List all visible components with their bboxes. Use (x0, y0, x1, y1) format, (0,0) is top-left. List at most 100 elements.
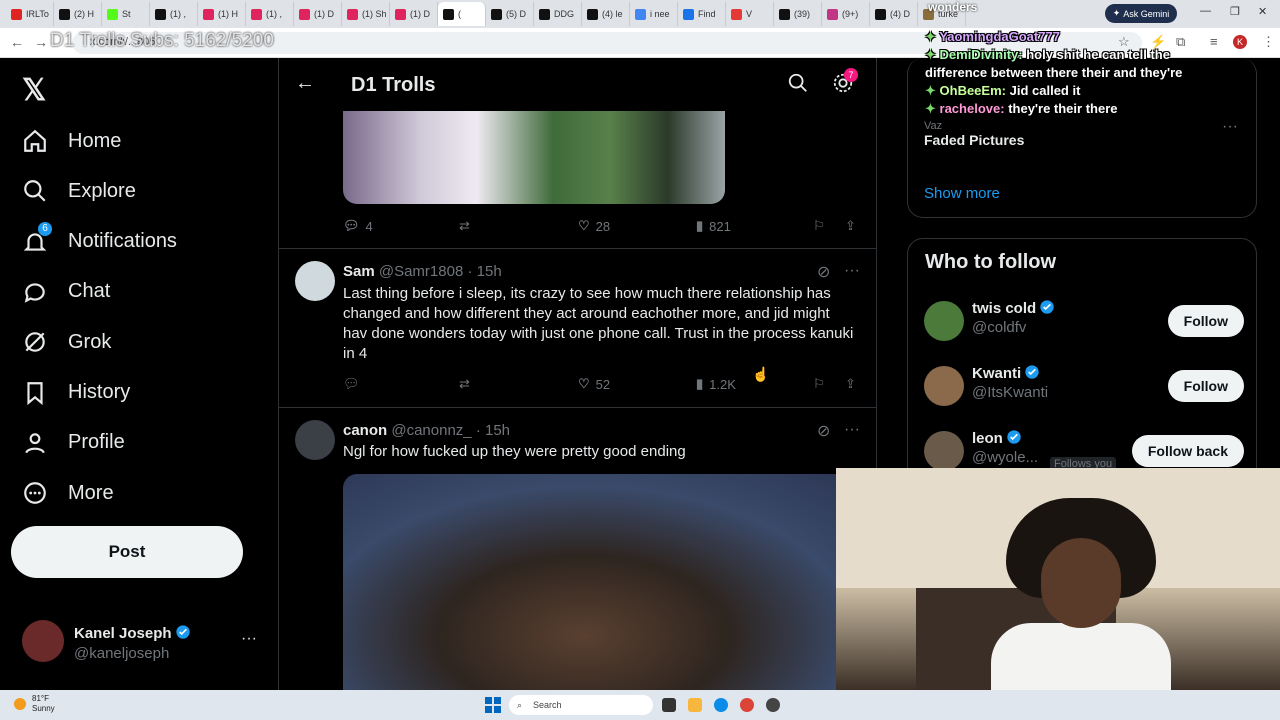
nav-item-grok[interactable]: Grok (22, 322, 111, 362)
browser-tab[interactable]: (1) , (150, 2, 198, 26)
taskbar-search[interactable]: ⌕ Search (509, 695, 653, 715)
tab-favicon-icon (11, 8, 22, 20)
post-button[interactable]: Post (11, 526, 243, 578)
like-button[interactable]: ♡ 52 (578, 376, 610, 392)
follow-button[interactable]: Follow (1167, 370, 1244, 402)
avatar[interactable] (924, 366, 964, 406)
minimize-icon[interactable]: — (1200, 5, 1211, 17)
search-icon[interactable] (787, 72, 809, 94)
nav-item-home[interactable]: Home (22, 121, 121, 161)
ellipsis-icon[interactable]: ··· (844, 262, 860, 280)
ellipsis-icon[interactable]: ··· (1222, 118, 1238, 136)
ellipsis-icon[interactable]: ··· (844, 421, 860, 439)
nav-item-notifications[interactable]: Notifications 6 (22, 221, 177, 262)
settings-badge: 7 (844, 68, 858, 82)
tweet-header: Sam @Samr1808 · 15h (343, 263, 502, 280)
avatar[interactable] (295, 420, 335, 460)
browser-tab[interactable]: i nee (630, 2, 678, 26)
avatar[interactable] (295, 261, 335, 301)
profile-avatar[interactable]: K (1233, 35, 1247, 49)
browser-tab[interactable]: IRLTo (6, 2, 54, 26)
ellipsis-icon[interactable]: ··· (241, 630, 257, 648)
browser-tab[interactable]: Find (678, 2, 726, 26)
suggestion-name[interactable]: Kwanti (972, 364, 1040, 382)
show-more-link[interactable]: Show more (924, 185, 1000, 202)
browser-tab[interactable]: ( (438, 2, 486, 26)
weather-condition: Sunny (32, 704, 55, 713)
grok-icon[interactable]: ⊘ (817, 262, 830, 282)
back-nav-icon[interactable]: ← (10, 34, 24, 50)
retweet-icon[interactable]: ⇄ (459, 376, 470, 392)
verified-icon (1040, 300, 1054, 314)
follow-button[interactable]: Follow (1167, 305, 1244, 337)
browser-tab[interactable]: (39) (774, 2, 822, 26)
close-window-icon[interactable]: ✕ (1258, 5, 1267, 18)
chrome-icon[interactable] (740, 698, 754, 712)
browser-tab[interactable]: (9+) (822, 2, 870, 26)
weather-widget[interactable]: 81°F Sunny (32, 694, 55, 714)
browser-tab[interactable]: V (726, 2, 774, 26)
tweet-media-image[interactable] (343, 111, 725, 204)
trend-item[interactable]: Vaz Faded Pictures (924, 120, 1024, 148)
avatar[interactable] (924, 431, 964, 471)
browser-tab[interactable]: (1) H (198, 2, 246, 26)
browser-tab[interactable]: (4) D (870, 2, 918, 26)
app-icon[interactable] (766, 698, 780, 712)
browser-tab[interactable]: (1) Sh (342, 2, 390, 26)
tweet-author-handle[interactable]: @Samr1808 (379, 263, 463, 280)
follow-button[interactable]: Follow back (1131, 435, 1244, 467)
bookmark-icon[interactable]: ⚐ (813, 376, 825, 392)
suggestion-name[interactable]: leon (972, 429, 1022, 447)
browser-tab[interactable]: (5) D (486, 2, 534, 26)
grok-icon[interactable]: ⊘ (817, 421, 830, 441)
tweet-author-name[interactable]: Sam (343, 263, 375, 280)
bookmark-icon[interactable]: ⚐ (813, 218, 825, 234)
account-switcher[interactable]: Kanel Joseph @kaneljoseph ··· (22, 620, 267, 680)
nav-item-chat[interactable]: Chat (22, 272, 110, 312)
browser-tab[interactable]: (2) H (54, 2, 102, 26)
task-view-icon[interactable] (662, 698, 676, 712)
nav-item-more[interactable]: More (22, 473, 114, 513)
retweet-icon[interactable]: ⇄ (459, 218, 470, 234)
browser-tab[interactable]: (1) D (294, 2, 342, 26)
nav-item-history[interactable]: History (22, 373, 130, 413)
tweet-text[interactable]: Last thing before i sleep, its crazy to … (343, 284, 858, 364)
browser-tab[interactable]: (1) , (246, 2, 294, 26)
views-button[interactable]: ▮ 821 (696, 218, 731, 234)
suggestion-name[interactable]: twis cold (972, 299, 1055, 317)
nav-item-explore[interactable]: Explore (22, 171, 136, 211)
maximize-icon[interactable]: ❐ (1230, 5, 1240, 18)
follow-suggestion[interactable]: Kwanti @ItsKwanti Follow (924, 360, 1244, 414)
ask-gemini-button[interactable]: ✦ Ask Gemini (1105, 4, 1177, 23)
browser-tab[interactable]: DDG (534, 2, 582, 26)
share-icon[interactable]: ⇪ (845, 218, 856, 234)
edge-icon[interactable] (714, 698, 728, 712)
browser-tab[interactable]: (1) D (390, 2, 438, 26)
tweet-author-name[interactable]: canon (343, 422, 387, 439)
forward-nav-icon[interactable]: → (34, 34, 48, 50)
back-arrow-icon[interactable]: ← (295, 72, 315, 95)
browser-tab[interactable]: (4) le (582, 2, 630, 26)
tweet-time[interactable]: · 15h (467, 263, 501, 280)
views-button[interactable]: ▮ 1.2K (696, 376, 736, 392)
reply-icon[interactable]: 💬︎ (343, 376, 360, 392)
x-logo-icon[interactable]: 𝕏 (22, 73, 46, 108)
sparkle-icon: ✦ (1112, 8, 1121, 18)
windows-start-icon[interactable] (485, 697, 501, 713)
nav-item-profile[interactable]: Profile (22, 423, 125, 463)
like-button[interactable]: ♡ 28 (578, 218, 610, 234)
kebab-menu-icon[interactable]: ⋮ (1262, 34, 1275, 50)
browser-tab[interactable]: St (102, 2, 150, 26)
nav-item-label: Grok (68, 330, 112, 353)
community-header: ← D1 Trolls 7 (279, 58, 876, 111)
tweet-media-video[interactable] (343, 474, 876, 690)
chat-badge-icon: ✦ (925, 83, 940, 98)
file-explorer-icon[interactable] (688, 698, 702, 712)
share-icon[interactable]: ⇪ (845, 376, 856, 392)
reply-button[interactable]: 💬︎ 4 (343, 218, 373, 234)
tweet-text[interactable]: Ngl for how fucked up they were pretty g… (343, 442, 858, 462)
follow-suggestion[interactable]: twis cold @coldfv Follow (924, 295, 1244, 349)
tweet-time[interactable]: · 15h (476, 422, 510, 439)
avatar[interactable] (924, 301, 964, 341)
tweet-author-handle[interactable]: @canonnz_ (391, 422, 471, 439)
